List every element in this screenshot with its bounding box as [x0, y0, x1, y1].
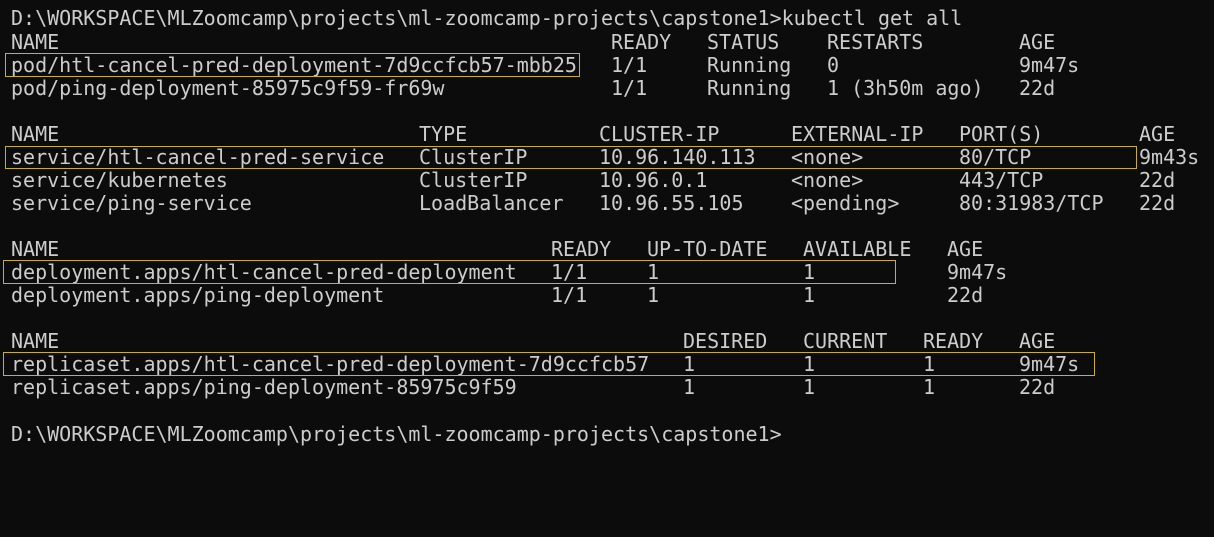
deployment-ready: 1/1 [551, 283, 588, 307]
pod-age: 22d [1019, 76, 1056, 100]
service-ports: 443/TCP [959, 168, 1044, 192]
services-col-type: TYPE [419, 122, 468, 146]
replicaset-age: 22d [1019, 375, 1056, 399]
service-external-ip: <none> [791, 168, 864, 192]
replicasets-col-current: CURRENT [803, 329, 888, 353]
services-col-external-ip: EXTERNAL-IP [791, 122, 924, 146]
pods-col-restarts: RESTARTS [827, 30, 924, 54]
replicasets-col-age: AGE [1019, 329, 1056, 353]
service-ports: 80:31983/TCP [959, 191, 1104, 215]
table-row: deployment.apps/ping-deployment 1/1 1 1 … [0, 284, 1214, 307]
service-age: 9m43s [1139, 145, 1200, 169]
services-col-cluster-ip: CLUSTER-IP [599, 122, 720, 146]
replicaset-ready: 1 [923, 352, 936, 376]
replicaset-current: 1 [803, 375, 816, 399]
deployments-col-name: NAME [11, 237, 60, 261]
deployment-age: 9m47s [947, 260, 1008, 284]
service-type: ClusterIP [419, 145, 528, 169]
services-col-name: NAME [11, 122, 60, 146]
pods-col-status: STATUS [707, 30, 780, 54]
replicaset-age: 9m47s [1019, 352, 1080, 376]
service-cluster-ip: 10.96.140.113 [599, 145, 756, 169]
deployments-col-ready: READY [551, 237, 612, 261]
pod-restarts: 1 (3h50m ago) [827, 76, 984, 100]
replicaset-desired: 1 [683, 352, 696, 376]
pod-ready: 1/1 [611, 53, 648, 77]
replicasets-col-desired: DESIRED [683, 329, 768, 353]
pods-col-age: AGE [1019, 30, 1056, 54]
replicasets-col-name: NAME [11, 329, 60, 353]
table-row: pod/htl-cancel-pred-deployment-7d9ccfcb5… [0, 54, 1214, 77]
replicasets-col-ready: READY [923, 329, 984, 353]
pod-name: pod/htl-cancel-pred-deployment-7d9ccfcb5… [11, 53, 577, 77]
service-cluster-ip: 10.96.55.105 [599, 191, 744, 215]
table-row: service/ping-service LoadBalancer 10.96.… [0, 192, 1214, 215]
service-type: LoadBalancer [419, 191, 564, 215]
pods-col-ready: READY [611, 30, 672, 54]
final-prompt-text: D:\WORKSPACE\MLZoomcamp\projects\ml-zoom… [11, 422, 782, 446]
table-row: replicaset.apps/ping-deployment-85975c9f… [0, 376, 1214, 399]
deployments-col-age: AGE [947, 237, 984, 261]
deployment-available: 1 [803, 260, 816, 284]
deployment-age: 22d [947, 283, 984, 307]
table-row: service/htl-cancel-pred-service ClusterI… [0, 146, 1214, 169]
service-name: service/htl-cancel-pred-service [11, 145, 385, 169]
deployment-ready: 1/1 [551, 260, 588, 284]
table-row: replicaset.apps/htl-cancel-pred-deployme… [0, 353, 1214, 376]
table-row: service/kubernetes ClusterIP 10.96.0.1 <… [0, 169, 1214, 192]
replicaset-ready: 1 [923, 375, 936, 399]
replicaset-name: replicaset.apps/htl-cancel-pred-deployme… [11, 352, 650, 376]
service-type: ClusterIP [419, 168, 528, 192]
pod-status: Running [707, 53, 792, 77]
pod-restarts: 0 [827, 53, 840, 77]
service-ports: 80/TCP [959, 145, 1032, 169]
final-prompt-line[interactable]: D:\WORKSPACE\MLZoomcamp\projects\ml-zoom… [0, 423, 1214, 446]
service-name: service/kubernetes [11, 168, 228, 192]
pods-header-row: NAME READY STATUS RESTARTS AGE [0, 31, 1214, 54]
replicaset-current: 1 [803, 352, 816, 376]
deployments-col-up-to-date: UP-TO-DATE [647, 237, 768, 261]
replicaset-name: replicaset.apps/ping-deployment-85975c9f… [11, 375, 517, 399]
deployment-up-to-date: 1 [647, 283, 660, 307]
deployment-up-to-date: 1 [647, 260, 660, 284]
services-header-row: NAME TYPE CLUSTER-IP EXTERNAL-IP PORT(S)… [0, 123, 1214, 146]
pod-age: 9m47s [1019, 53, 1080, 77]
deployments-col-available: AVAILABLE [803, 237, 912, 261]
services-col-ports: PORT(S) [959, 122, 1044, 146]
table-row: pod/ping-deployment-85975c9f59-fr69w 1/1… [0, 77, 1214, 100]
deployments-header-row: NAME READY UP-TO-DATE AVAILABLE AGE [0, 238, 1214, 261]
command-prompt-text: D:\WORKSPACE\MLZoomcamp\projects\ml-zoom… [11, 6, 963, 30]
service-age: 22d [1139, 168, 1176, 192]
service-name: service/ping-service [11, 191, 252, 215]
command-line: D:\WORKSPACE\MLZoomcamp\projects\ml-zoom… [0, 7, 1214, 30]
pod-status: Running [707, 76, 792, 100]
services-col-age: AGE [1139, 122, 1176, 146]
terminal-window[interactable]: D:\WORKSPACE\MLZoomcamp\projects\ml-zoom… [0, 0, 1214, 452]
pods-col-name: NAME [11, 30, 60, 54]
pod-ready: 1/1 [611, 76, 648, 100]
pod-name: pod/ping-deployment-85975c9f59-fr69w [11, 76, 445, 100]
replicasets-header-row: NAME DESIRED CURRENT READY AGE [0, 330, 1214, 353]
service-age: 22d [1139, 191, 1176, 215]
replicaset-desired: 1 [683, 375, 696, 399]
deployment-available: 1 [803, 283, 816, 307]
deployment-name: deployment.apps/ping-deployment [11, 283, 385, 307]
service-external-ip: <none> [791, 145, 864, 169]
service-external-ip: <pending> [791, 191, 900, 215]
table-row: deployment.apps/htl-cancel-pred-deployme… [0, 261, 1214, 284]
service-cluster-ip: 10.96.0.1 [599, 168, 708, 192]
deployment-name: deployment.apps/htl-cancel-pred-deployme… [11, 260, 517, 284]
